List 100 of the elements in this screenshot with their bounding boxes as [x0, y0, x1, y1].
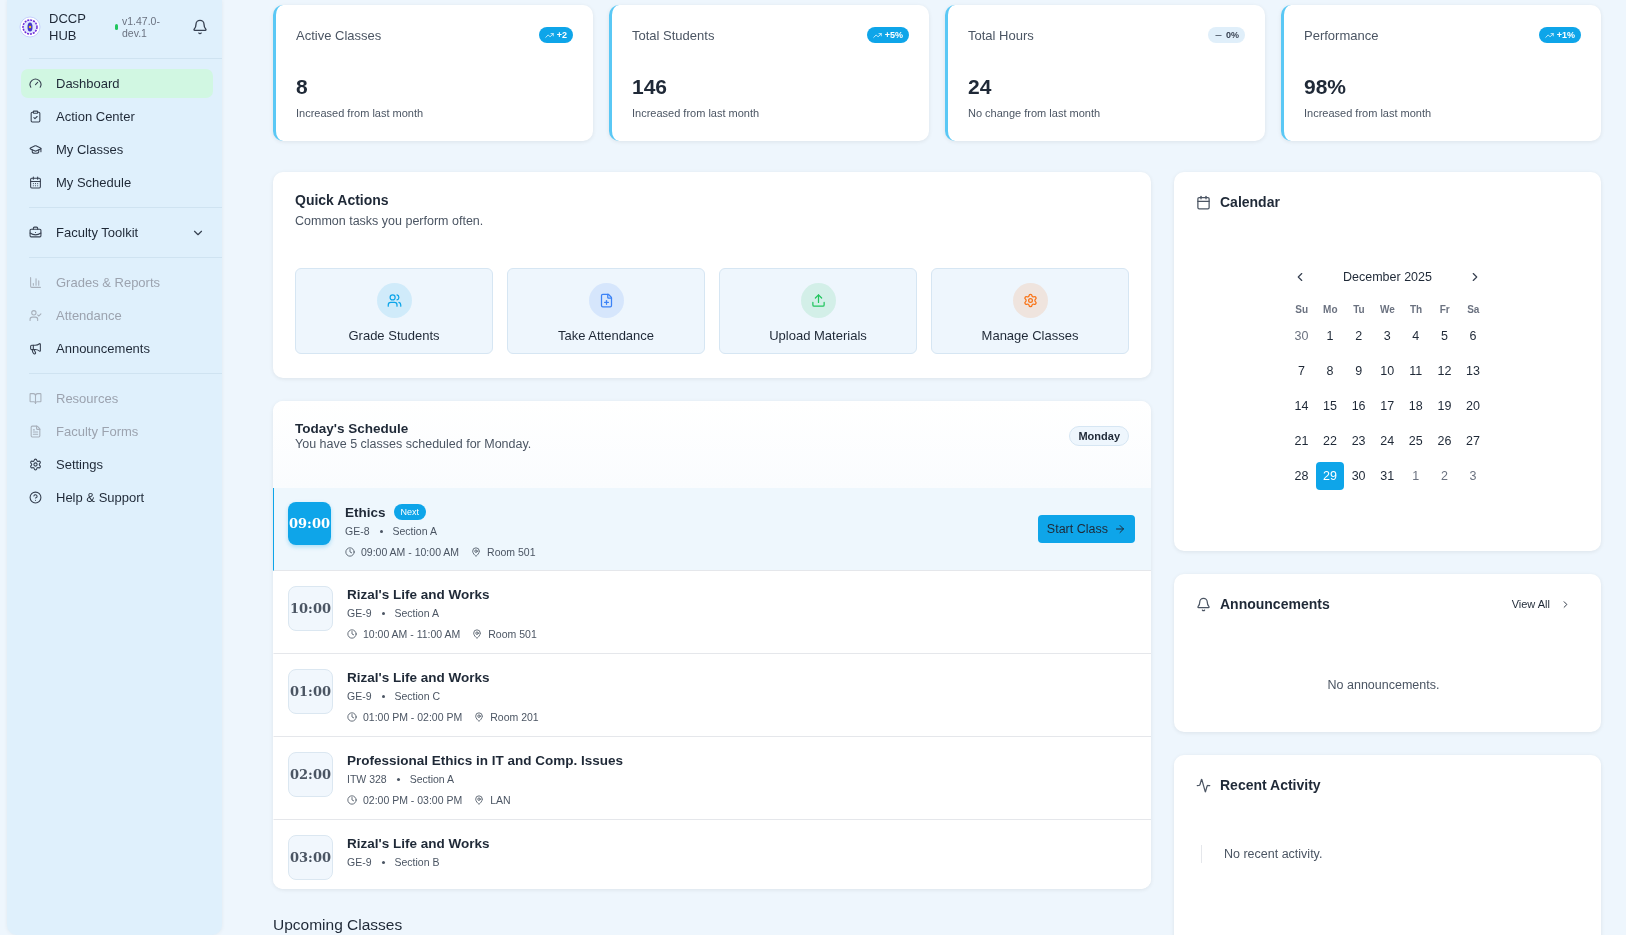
calendar-day[interactable]: 2 — [1430, 462, 1459, 490]
quick-action-button[interactable]: Upload Materials — [719, 268, 917, 354]
settings-icon — [29, 458, 42, 471]
briefcase-icon — [29, 226, 42, 239]
stat-note: Increased from last month — [1304, 107, 1433, 119]
calendar-day[interactable]: 27 — [1459, 427, 1487, 455]
calendar-day[interactable]: 13 — [1459, 357, 1487, 385]
calendar-day[interactable]: 2 — [1344, 322, 1373, 350]
sidebar-item[interactable]: Announcements — [21, 334, 213, 363]
calendar-day[interactable]: 21 — [1287, 427, 1316, 455]
quick-action-button[interactable]: Take Attendance — [507, 268, 705, 354]
location-pin-icon — [474, 795, 485, 805]
separator-dot — [381, 860, 385, 864]
calendar-day[interactable]: 7 — [1287, 357, 1316, 385]
weekday-label: We — [1379, 304, 1396, 315]
weekday-label: Fr — [1438, 304, 1451, 315]
calendar-day[interactable]: 4 — [1401, 322, 1430, 350]
calendar-day[interactable]: 6 — [1459, 322, 1487, 350]
version-label: v1.47.0-dev.1 — [122, 15, 161, 39]
section-label: Section B — [394, 856, 440, 868]
sidebar-item[interactable]: Action Center — [21, 102, 213, 131]
calendar-day[interactable]: 18 — [1401, 392, 1430, 420]
calendar-day[interactable]: 3 — [1459, 462, 1487, 490]
activity-icon — [1196, 777, 1211, 793]
weekday-label: Sa — [1466, 304, 1481, 315]
calendar-day[interactable]: 23 — [1344, 427, 1373, 455]
view-all-link[interactable]: View All — [1511, 598, 1571, 610]
calendar-day[interactable]: 8 — [1316, 357, 1344, 385]
calendar-day[interactable]: 20 — [1459, 392, 1487, 420]
location-pin-icon — [472, 629, 483, 639]
notifications-button[interactable] — [190, 17, 210, 37]
sidebar-item[interactable]: Dashboard — [21, 69, 213, 98]
calendar-day[interactable]: 11 — [1401, 357, 1430, 385]
stat-label: Total Hours — [968, 27, 1034, 43]
trend-badge: 0% — [1208, 27, 1245, 43]
room-label: Room 501 — [488, 628, 537, 640]
card-title: Today's Schedule — [295, 421, 410, 436]
weekday-label: Mo — [1322, 304, 1339, 315]
sidebar-item[interactable]: My Classes — [21, 135, 213, 164]
calendar-day[interactable]: 24 — [1373, 427, 1402, 455]
section-label: Section A — [392, 525, 437, 537]
clock-icon — [345, 547, 355, 557]
calendar-day[interactable]: 14 — [1287, 392, 1316, 420]
calendar-day[interactable]: 12 — [1430, 357, 1459, 385]
bell-icon — [1196, 596, 1211, 612]
time-range: 09:00 AM - 10:00 AM — [361, 546, 460, 558]
clock-icon — [347, 795, 357, 805]
graduation-cap-icon — [29, 143, 42, 156]
sidebar-item[interactable]: Help & Support — [21, 483, 213, 512]
sidebar-item[interactable]: Settings — [21, 450, 213, 479]
stat-label: Total Students — [632, 27, 715, 43]
calendar-day[interactable]: 9 — [1344, 357, 1373, 385]
calendar-day[interactable]: 5 — [1430, 322, 1459, 350]
calendar-day[interactable]: 16 — [1344, 392, 1373, 420]
book-icon — [29, 392, 42, 405]
start-class-button[interactable]: Start Class — [1037, 515, 1135, 543]
calendar-icon — [29, 176, 42, 189]
calendar-day[interactable]: 1 — [1316, 322, 1344, 350]
calendar-day[interactable]: 22 — [1316, 427, 1344, 455]
calendar-day[interactable]: 10 — [1373, 357, 1402, 385]
time-label: 02:00 — [288, 752, 333, 797]
class-title: Rizal's Life and Works — [347, 670, 490, 685]
separator-dot — [381, 611, 385, 615]
quick-action-button[interactable]: Manage Classes — [931, 268, 1129, 354]
room-label: Room 501 — [487, 546, 536, 558]
card-title: Recent Activity — [1220, 777, 1321, 793]
calendar-day[interactable]: 25 — [1401, 427, 1430, 455]
calendar-day[interactable]: 1 — [1401, 462, 1430, 490]
calendar-day[interactable]: 30 — [1344, 462, 1373, 490]
time-label: 10:00 — [288, 586, 333, 631]
section-label: Section A — [409, 773, 455, 785]
card-subtitle: You have 5 classes scheduled for Monday. — [295, 437, 532, 451]
calendar-day[interactable]: 15 — [1316, 392, 1344, 420]
day-label: Monday — [1069, 426, 1129, 446]
calendar-icon — [1196, 194, 1211, 210]
calendar-day[interactable]: 3 — [1373, 322, 1402, 350]
empty-message: No announcements. — [1326, 678, 1441, 692]
clock-icon — [347, 712, 357, 722]
card-title: Calendar — [1220, 194, 1280, 210]
next-label: Next — [393, 504, 427, 520]
sidebar-item[interactable]: My Schedule — [21, 168, 213, 197]
calendar-day[interactable]: 17 — [1373, 392, 1402, 420]
quick-action-button[interactable]: Grade Students — [295, 268, 493, 354]
weekday-label: Tu — [1352, 304, 1366, 315]
gauge-icon — [29, 77, 42, 90]
course-code: ITW 328 — [347, 773, 387, 785]
calendar-day[interactable]: 19 — [1430, 392, 1459, 420]
clock-icon — [347, 629, 357, 639]
time-range: 01:00 PM - 02:00 PM — [363, 711, 463, 723]
sidebar-item[interactable]: Faculty Toolkit — [21, 218, 213, 247]
time-label: 01:00 — [288, 669, 333, 714]
calendar-day[interactable]: 30 — [1287, 322, 1316, 350]
calendar-day[interactable]: 31 — [1373, 462, 1402, 490]
class-title: Professional Ethics in IT and Comp. Issues — [347, 753, 624, 768]
document-icon — [29, 425, 42, 438]
location-pin-icon — [474, 712, 485, 722]
section-label: Section C — [394, 690, 441, 702]
course-code: GE-9 — [347, 690, 372, 702]
calendar-day[interactable]: 26 — [1430, 427, 1459, 455]
calendar-day[interactable]: 28 — [1287, 462, 1316, 490]
